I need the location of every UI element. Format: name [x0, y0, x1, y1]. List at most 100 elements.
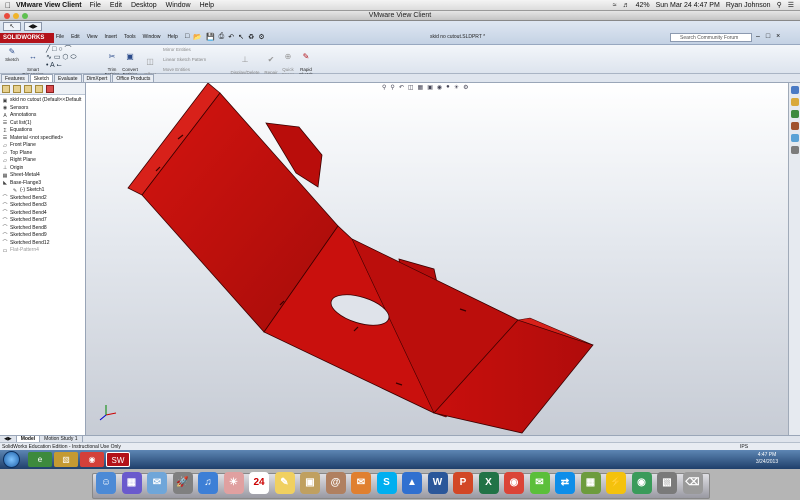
excel-icon[interactable]: X	[478, 472, 499, 494]
select-icon[interactable]: ↖	[238, 33, 244, 41]
skype-icon[interactable]: S	[376, 472, 397, 494]
tab-office-products[interactable]: Office Products	[112, 74, 155, 82]
rectangle-icon[interactable]: □	[52, 46, 56, 53]
word-icon[interactable]: W	[427, 472, 448, 494]
spline-icon[interactable]: ∿	[46, 54, 52, 61]
tree-node[interactable]: ⌒ Sketched Bend8	[2, 225, 85, 233]
arc-icon[interactable]: ⌒	[65, 46, 72, 53]
menubar-desktop[interactable]: Desktop	[131, 2, 157, 9]
tree-node[interactable]: ▣ skid no cutout (Default<<Default	[2, 97, 85, 105]
rocket-icon[interactable]: 🚀	[172, 472, 193, 494]
circle-icon[interactable]: ○	[58, 46, 62, 53]
fillet-icon[interactable]: ⌙	[56, 62, 62, 69]
tree-node[interactable]: ▱ Right Plane	[2, 157, 85, 165]
tree-node[interactable]: ⌒ Sketched Bend2	[2, 195, 85, 203]
text-icon[interactable]: A	[50, 62, 54, 69]
tab-dimxpert[interactable]: DimXpert	[82, 74, 112, 82]
sw-menu-edit[interactable]: Edit	[71, 34, 80, 40]
trim-entities-button[interactable]: ✂ Trim Entities	[104, 47, 120, 77]
arrow-select-icon[interactable]: ↖	[3, 22, 21, 31]
tree-node[interactable]: ✎ (-) Sketch1	[2, 187, 85, 195]
apple-icon[interactable]: 	[0, 1, 16, 10]
contacts-icon[interactable]: @	[325, 472, 346, 494]
minimize-icon[interactable]: –	[756, 33, 760, 40]
tree-node[interactable]: ▭ Flat-Pattern4	[2, 247, 85, 255]
sw-menu-help[interactable]: Help	[167, 34, 177, 40]
configuration-manager-icon[interactable]	[24, 85, 32, 93]
tab-sketch[interactable]: Sketch	[29, 74, 54, 82]
keynote-icon[interactable]: ▲	[402, 472, 422, 494]
vmware-view-icon[interactable]: ◉	[631, 472, 652, 494]
part-model[interactable]	[86, 83, 788, 435]
spotlight-icon[interactable]: ⚲	[777, 1, 782, 9]
notes-icon[interactable]: ✎	[274, 472, 295, 494]
restore-icon[interactable]: □	[766, 33, 770, 40]
design-library-icon[interactable]	[790, 98, 799, 106]
menubar-user[interactable]: Ryan Johnson	[726, 2, 771, 9]
calendar-icon[interactable]: 24	[249, 472, 269, 494]
print-icon[interactable]: ⎙	[219, 33, 225, 41]
tree-node[interactable]: ⌒ Sketched Bend7	[2, 217, 85, 225]
back-forward-icon[interactable]: ◀▶	[24, 22, 42, 31]
menubar-edit[interactable]: Edit	[110, 2, 122, 9]
mission-control-icon[interactable]: ▦	[121, 472, 142, 494]
tree-node[interactable]: ▱ Front Plane	[2, 142, 85, 150]
ellipse-icon[interactable]: ⬭	[70, 54, 76, 61]
menubar-clock[interactable]: Sun Mar 24 4:47 PM	[656, 2, 720, 9]
menubar-file[interactable]: File	[90, 2, 101, 9]
itunes-icon[interactable]: ♫	[198, 472, 218, 494]
vmware-icon[interactable]: ▦	[580, 472, 601, 494]
custom-properties-icon[interactable]	[790, 146, 799, 154]
dimxpert-manager-icon[interactable]	[35, 85, 43, 93]
tree-node[interactable]: ▦ Sheet-Metal4	[2, 172, 85, 180]
graphics-area[interactable]: ⚲ ⚲ ↶ ◫ ▦ ▣ ◉ ● ☀ ⚙	[86, 83, 788, 435]
finder-icon[interactable]: ☺	[96, 472, 116, 494]
taskbar-chrome-icon[interactable]: ◉	[80, 452, 104, 467]
notification-icon[interactable]: ☰	[788, 1, 794, 9]
sw-menu-window[interactable]: Window	[143, 34, 161, 40]
rebuild-icon[interactable]: ♻	[248, 33, 254, 41]
mirror-entities-button[interactable]: Mirror Entities	[163, 47, 191, 52]
trash-icon[interactable]: ⌫	[682, 472, 703, 494]
tree-node[interactable]: ⌒ Sketched Bend9	[2, 232, 85, 240]
smart-dimension-button[interactable]: ↔ Smart Dimension	[22, 47, 44, 77]
open-icon[interactable]: 📂	[193, 33, 202, 41]
taskbar-explorer-icon[interactable]: ▧	[54, 452, 78, 467]
sw-menu-insert[interactable]: Insert	[104, 34, 117, 40]
lightning-icon[interactable]: ⚡	[606, 472, 626, 494]
messages-icon[interactable]: ✉	[529, 472, 550, 494]
wifi-icon[interactable]: ≈	[613, 2, 617, 9]
save-icon[interactable]: 💾	[206, 33, 215, 41]
property-manager-icon[interactable]	[13, 85, 21, 93]
quick-snaps-button[interactable]: ⊕ Quick Snaps	[280, 47, 296, 77]
powerpoint-icon[interactable]: P	[453, 472, 473, 494]
resources-icon[interactable]	[790, 86, 799, 94]
tree-node[interactable]: ⌒ Sketched Bend4	[2, 210, 85, 218]
tree-node[interactable]: Σ Equations	[2, 127, 85, 135]
preview-icon[interactable]: ▣	[300, 472, 320, 494]
tree-node[interactable]: A Annotations	[2, 112, 85, 120]
slot-icon[interactable]: ▭	[54, 54, 61, 61]
display-manager-icon[interactable]	[46, 85, 54, 93]
ibooks-icon[interactable]: ✉	[351, 472, 371, 494]
solidworks-logo[interactable]: SOLIDWORKS	[0, 33, 54, 43]
sw-menu-view[interactable]: View	[87, 34, 98, 40]
close-icon[interactable]: ×	[776, 33, 780, 40]
file-explorer-icon[interactable]	[790, 110, 799, 118]
documents-icon[interactable]: ▧	[657, 472, 677, 494]
point-icon[interactable]: •	[46, 62, 48, 69]
teamviewer-icon[interactable]: ⇄	[555, 472, 575, 494]
line-icon[interactable]: ╱	[46, 46, 50, 53]
tree-node[interactable]: ▱ Top Plane	[2, 150, 85, 158]
minimize-window-button[interactable]	[13, 13, 19, 19]
search-community-input[interactable]: Search Community Forum	[670, 33, 752, 42]
view-palette-icon[interactable]	[790, 122, 799, 130]
windows-clock[interactable]: 4:47 PM 3/24/2013	[736, 452, 798, 466]
taskbar-ie-icon[interactable]: e	[28, 452, 52, 467]
zoom-window-button[interactable]	[22, 13, 28, 19]
battery-percent[interactable]: 42%	[636, 2, 650, 9]
taskbar-solidworks-icon[interactable]: SW	[106, 452, 130, 467]
menubar-window[interactable]: Window	[166, 2, 191, 9]
photos-icon[interactable]: ☀	[223, 472, 244, 494]
sw-menu-file[interactable]: File	[56, 34, 64, 40]
